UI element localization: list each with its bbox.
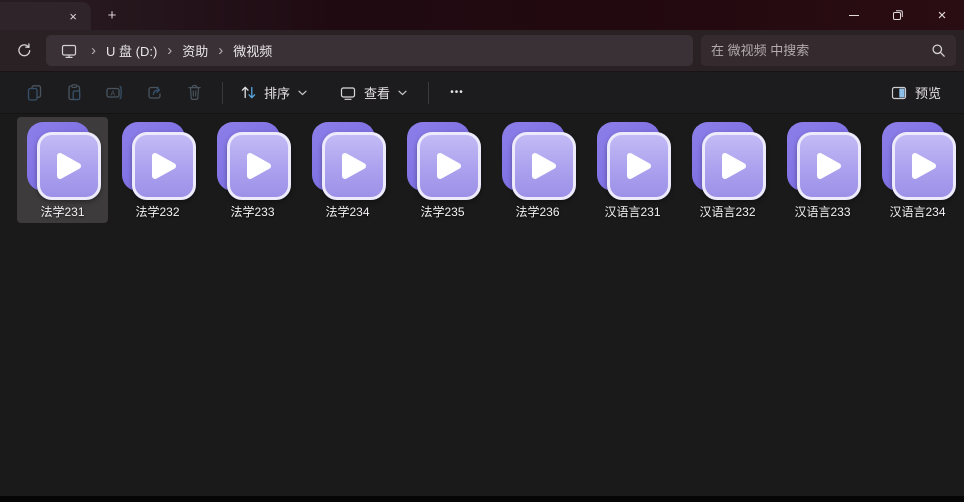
- video-play-icon: [119, 121, 197, 201]
- file-name: 法学233: [230, 203, 274, 220]
- command-bar: A: [0, 72, 964, 114]
- breadcrumb-chevron-icon[interactable]: ›: [209, 43, 232, 58]
- file-item[interactable]: 法学235: [397, 117, 488, 223]
- file-item[interactable]: 法学233: [207, 117, 298, 223]
- restore-button[interactable]: [876, 0, 920, 30]
- breadcrumb-chevron-icon[interactable]: ›: [82, 43, 105, 58]
- window-bottom-edge: [0, 496, 964, 502]
- file-name: 汉语言231: [604, 203, 660, 220]
- view-icon: [339, 84, 357, 102]
- video-play-icon: [689, 121, 767, 201]
- minimize-icon: [849, 15, 859, 16]
- delete-icon: [185, 83, 204, 102]
- file-item[interactable]: 法学236: [492, 117, 583, 223]
- file-explorer-window: × + ×: [0, 0, 964, 502]
- file-item[interactable]: 汉语言234: [872, 117, 963, 223]
- preview-label: 预览: [915, 83, 941, 102]
- see-more-button[interactable]: •••: [437, 77, 477, 109]
- breadcrumb-drive[interactable]: U 盘 (D:): [105, 39, 158, 62]
- chevron-down-icon: [398, 90, 407, 96]
- refresh-icon: [15, 42, 32, 59]
- file-list[interactable]: 法学231 法学232 法学233 法学234 法学235: [0, 114, 964, 496]
- share-button[interactable]: [134, 77, 174, 109]
- share-icon: [145, 83, 164, 102]
- paste-icon: [65, 83, 84, 102]
- address-bar[interactable]: › U 盘 (D:) › 资助 › 微视频: [46, 35, 693, 66]
- close-icon: ×: [938, 8, 947, 23]
- video-play-icon: [879, 121, 957, 201]
- file-item[interactable]: 汉语言232: [682, 117, 773, 223]
- file-name: 法学232: [135, 203, 179, 220]
- search-icon[interactable]: [931, 43, 946, 58]
- video-play-icon: [499, 121, 577, 201]
- search-box[interactable]: [701, 35, 956, 66]
- rename-button[interactable]: A: [94, 77, 134, 109]
- video-play-icon: [24, 121, 102, 201]
- sort-button[interactable]: 排序: [231, 77, 316, 109]
- file-item[interactable]: 法学234: [302, 117, 393, 223]
- chevron-down-icon: [298, 90, 307, 96]
- video-play-icon: [784, 121, 862, 201]
- file-name: 法学236: [515, 203, 559, 220]
- file-item[interactable]: 汉语言233: [777, 117, 868, 223]
- file-item[interactable]: 法学232: [112, 117, 203, 223]
- window-controls: ×: [832, 0, 964, 30]
- close-button[interactable]: ×: [920, 0, 964, 30]
- file-item[interactable]: 法学231: [17, 117, 108, 223]
- delete-button[interactable]: [174, 77, 214, 109]
- preview-button[interactable]: 预览: [881, 77, 950, 109]
- new-tab-button[interactable]: +: [100, 3, 124, 27]
- search-input[interactable]: [711, 43, 931, 58]
- file-name: 法学231: [40, 203, 84, 220]
- rename-icon: A: [105, 83, 124, 102]
- paste-button[interactable]: [54, 77, 94, 109]
- file-name: 法学234: [325, 203, 369, 220]
- breadcrumb-folder[interactable]: 资助: [181, 39, 209, 62]
- sort-icon: [240, 84, 257, 101]
- toolbar-separator: [222, 82, 223, 104]
- breadcrumb-current-folder[interactable]: 微视频: [232, 39, 273, 62]
- view-label: 查看: [364, 83, 390, 102]
- video-play-icon: [214, 121, 292, 201]
- copy-icon: [25, 83, 44, 102]
- tab-close-icon[interactable]: ×: [65, 8, 81, 25]
- file-name: 法学235: [420, 203, 464, 220]
- minimize-button[interactable]: [832, 0, 876, 30]
- video-play-icon: [594, 121, 672, 201]
- sort-label: 排序: [264, 83, 290, 102]
- file-name: 汉语言232: [699, 203, 755, 220]
- svg-text:A: A: [110, 90, 115, 97]
- see-more-icon: •••: [450, 87, 464, 98]
- video-play-icon: [404, 121, 482, 201]
- refresh-button[interactable]: [0, 42, 46, 59]
- file-name: 汉语言234: [889, 203, 945, 220]
- toolbar-separator: [428, 82, 429, 104]
- explorer-tab[interactable]: ×: [0, 2, 91, 30]
- view-button[interactable]: 查看: [330, 77, 416, 109]
- navigation-bar: › U 盘 (D:) › 资助 › 微视频: [0, 30, 964, 72]
- preview-pane-icon: [890, 84, 908, 102]
- breadcrumb-chevron-icon[interactable]: ›: [158, 43, 181, 58]
- this-pc-icon[interactable]: [60, 42, 78, 60]
- file-item[interactable]: 汉语言231: [587, 117, 678, 223]
- restore-icon: [892, 9, 904, 21]
- title-bar: × + ×: [0, 0, 964, 30]
- video-play-icon: [309, 121, 387, 201]
- copy-button[interactable]: [14, 77, 54, 109]
- file-name: 汉语言233: [794, 203, 850, 220]
